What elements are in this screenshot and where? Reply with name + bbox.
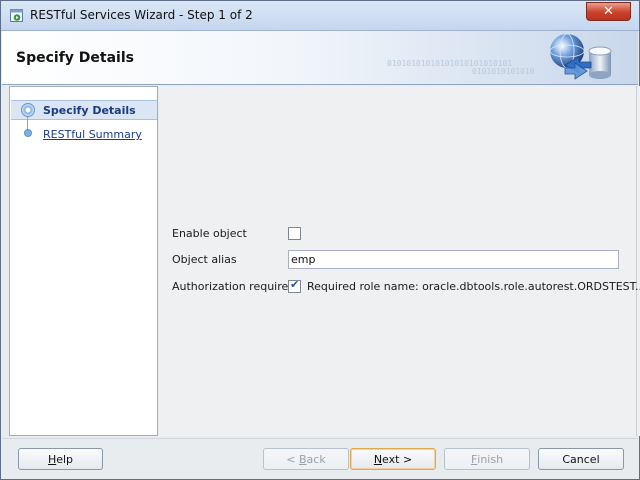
wizard-header: Specify Details 010101010101010101010101…	[2, 31, 638, 85]
cancel-button[interactable]: Cancel	[538, 448, 624, 470]
finish-label-rest: inish	[477, 452, 504, 466]
object-alias-input[interactable]: emp	[288, 250, 619, 269]
next-mnemonic: N	[373, 452, 383, 466]
wizard-app-icon	[10, 9, 23, 22]
enable-object-checkbox[interactable]	[288, 227, 301, 240]
back-mnemonic: B	[299, 452, 307, 466]
back-button[interactable]: < Back	[263, 448, 349, 470]
close-window-button[interactable]: ✕	[586, 2, 631, 21]
wizard-steps-panel: Specify Details RESTful Summary	[9, 86, 158, 436]
current-step-icon	[21, 103, 35, 117]
object-alias-label: Object alias	[172, 253, 237, 266]
binary-decoration-2: 0101010101010	[472, 67, 535, 76]
enable-object-label: Enable object	[172, 227, 247, 240]
title-bar[interactable]: RESTful Services Wizard - Step 1 of 2 ✕	[1, 1, 639, 31]
required-role-text: Required role name: oracle.dbtools.role.…	[307, 280, 640, 293]
cancel-label: Cancel	[562, 452, 600, 466]
page-title: Specify Details	[16, 50, 134, 66]
help-button[interactable]: Help	[18, 448, 103, 470]
finish-button[interactable]: Finish	[444, 448, 530, 470]
authorization-required-label: Authorization required	[172, 280, 296, 293]
back-prefix: <	[286, 452, 299, 466]
step-dot-icon	[24, 129, 32, 137]
window-title: RESTful Services Wizard - Step 1 of 2	[30, 8, 253, 22]
help-mnemonic: H	[47, 452, 57, 466]
close-icon: ✕	[603, 4, 614, 19]
next-label-rest: ext >	[382, 452, 413, 466]
wizard-window: RESTful Services Wizard - Step 1 of 2 ✕ …	[0, 0, 640, 480]
next-button[interactable]: Next >	[350, 448, 436, 470]
back-label-rest: ack	[306, 452, 326, 466]
help-label-rest: elp	[56, 452, 74, 466]
authorization-required-checkbox[interactable]	[288, 278, 301, 293]
database-globe-icon	[549, 33, 612, 80]
button-bar-divider	[2, 438, 638, 439]
step-restful-summary[interactable]: RESTful Summary	[43, 128, 142, 141]
step-label: Specify Details	[43, 104, 136, 117]
panel-divider	[636, 86, 637, 436]
